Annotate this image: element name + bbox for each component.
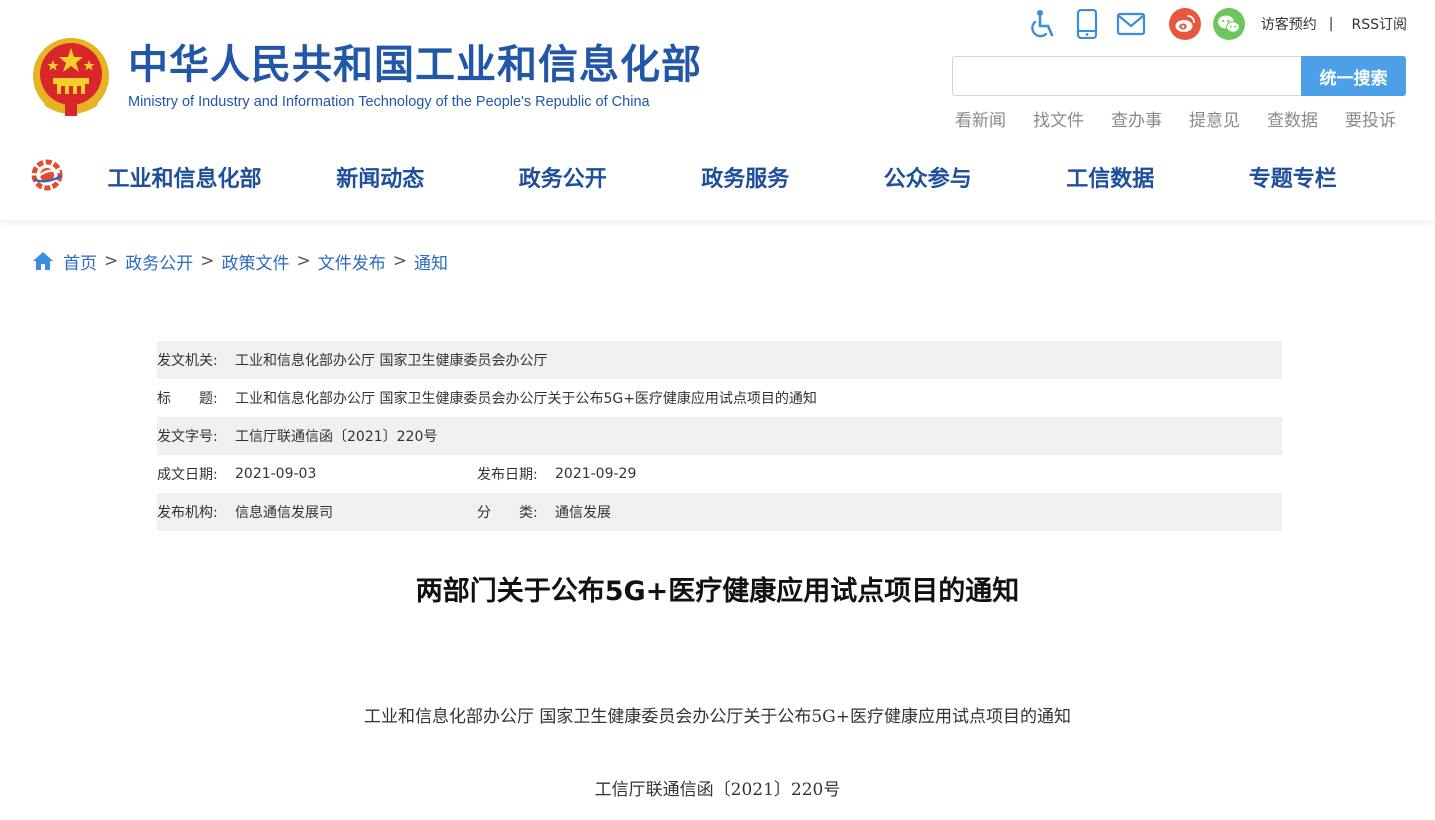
info-label-doc-number: 发文字号:	[157, 429, 218, 445]
site-subtitle: Ministry of Industry and Information Tec…	[128, 94, 650, 110]
search-box: 统一搜索	[952, 56, 1406, 96]
info-label-created: 成文日期:	[157, 467, 218, 483]
info-cell: 发文字号: 工信厅联通信函〔2021〕220号	[157, 426, 437, 446]
top-toolbar: 访客预约 | RSS订阅	[1015, 8, 1407, 40]
gov-logo-icon[interactable]	[29, 158, 65, 192]
accessibility-icon[interactable]	[1027, 8, 1059, 40]
nav-item-news[interactable]: 新闻动态	[289, 161, 472, 193]
wechat-icon[interactable]	[1212, 8, 1245, 40]
quick-link-news[interactable]: 看新闻	[955, 106, 1006, 131]
info-value-title: 工业和信息化部办公厅 国家卫生健康委员会办公厅关于公布5G+医疗健康应用试点项目…	[235, 391, 817, 407]
breadcrumb-notice[interactable]: 通知	[414, 249, 448, 274]
document-info-table: 发文机关: 工业和信息化部办公厅 国家卫生健康委员会办公厅 标 题: 工业和信息…	[157, 341, 1282, 531]
info-label-title: 标 题:	[157, 391, 218, 407]
search-input[interactable]	[952, 56, 1301, 96]
info-label-category: 分 类:	[477, 505, 538, 521]
info-cell: 发布日期: 2021-09-29	[477, 464, 636, 484]
info-row-title: 标 题: 工业和信息化部办公厅 国家卫生健康委员会办公厅关于公布5G+医疗健康应…	[157, 379, 1282, 417]
breadcrumb-government-affairs[interactable]: 政务公开	[125, 249, 193, 274]
article-paragraph: 工信厅联通信函〔2021〕220号	[594, 780, 841, 800]
home-icon[interactable]	[32, 250, 54, 272]
info-value-published: 2021-09-29	[555, 466, 637, 482]
nav-item-services[interactable]: 政务服务	[654, 161, 837, 193]
nav-item-data[interactable]: 工信数据	[1019, 161, 1202, 193]
article-title: 两部门关于公布5G+医疗健康应用试点项目的通知	[415, 576, 1020, 607]
site-header: 中华人民共和国工业和信息化部 Ministry of Industry and …	[0, 0, 1435, 220]
nav-item-government-affairs[interactable]: 政务公开	[472, 161, 655, 193]
info-row-doc-number: 发文字号: 工信厅联通信函〔2021〕220号	[157, 417, 1282, 455]
rss-link[interactable]: RSS订阅	[1351, 14, 1407, 34]
visitor-booking-link[interactable]: 访客预约	[1261, 14, 1317, 34]
quick-link-complaint[interactable]: 要投诉	[1345, 106, 1396, 131]
quick-link-services[interactable]: 查办事	[1111, 106, 1162, 131]
info-value-created: 2021-09-03	[235, 466, 317, 482]
info-value-category: 通信发展	[555, 505, 611, 521]
info-row-issuer: 发文机关: 工业和信息化部办公厅 国家卫生健康委员会办公厅	[157, 341, 1282, 379]
info-row-dates: 成文日期: 2021-09-03 发布日期: 2021-09-29	[157, 455, 1282, 493]
info-label-published: 发布日期:	[477, 467, 538, 483]
info-cell: 分 类: 通信发展	[477, 502, 611, 522]
nav-item-special-topics[interactable]: 专题专栏	[1202, 161, 1385, 193]
info-row-agency: 发布机构: 信息通信发展司 分 类: 通信发展	[157, 493, 1282, 531]
quick-links: 看新闻 找文件 查办事 提意见 查数据 要投诉	[928, 106, 1396, 131]
quick-link-data[interactable]: 查数据	[1267, 106, 1318, 131]
info-cell: 发文机关: 工业和信息化部办公厅 国家卫生健康委员会办公厅	[157, 350, 547, 370]
main-nav: 工业和信息化部 新闻动态 政务公开 政务服务 公众参与 工信数据 专题专栏	[80, 156, 1435, 198]
breadcrumb-separator: >	[296, 251, 311, 271]
info-cell: 成文日期: 2021-09-03	[157, 464, 477, 484]
article-paragraph: 工业和信息化部办公厅 国家卫生健康委员会办公厅关于公布5G+医疗健康应用试点项目…	[363, 707, 1072, 727]
info-cell: 标 题: 工业和信息化部办公厅 国家卫生健康委员会办公厅关于公布5G+医疗健康应…	[157, 388, 817, 408]
breadcrumb-document-release[interactable]: 文件发布	[318, 249, 386, 274]
weibo-icon[interactable]	[1168, 8, 1201, 40]
breadcrumb-separator: >	[104, 251, 119, 271]
breadcrumb-policy-documents[interactable]: 政策文件	[222, 249, 290, 274]
info-value-agency: 信息通信发展司	[235, 505, 333, 521]
mobile-icon[interactable]	[1071, 8, 1103, 40]
quick-link-feedback[interactable]: 提意见	[1189, 106, 1240, 131]
breadcrumb-separator: >	[392, 251, 407, 271]
national-emblem-icon[interactable]	[31, 36, 111, 118]
breadcrumb-separator: >	[200, 251, 215, 271]
toolbar-separator: |	[1328, 16, 1334, 32]
mail-icon[interactable]	[1115, 8, 1147, 40]
info-cell: 发布机构: 信息通信发展司	[157, 502, 477, 522]
info-label-issuer: 发文机关:	[157, 353, 218, 369]
breadcrumb: 首页 > 政务公开 > 政策文件 > 文件发布 > 通知	[32, 248, 448, 274]
nav-item-ministry[interactable]: 工业和信息化部	[80, 161, 289, 193]
nav-item-public-participation[interactable]: 公众参与	[837, 161, 1020, 193]
search-button[interactable]: 统一搜索	[1301, 56, 1406, 96]
info-value-issuer: 工业和信息化部办公厅 国家卫生健康委员会办公厅	[235, 353, 548, 369]
site-title[interactable]: 中华人民共和国工业和信息化部	[128, 40, 702, 90]
info-label-agency: 发布机构:	[157, 505, 218, 521]
quick-link-files[interactable]: 找文件	[1033, 106, 1084, 131]
info-value-doc-number: 工信厅联通信函〔2021〕220号	[235, 429, 438, 445]
breadcrumb-home[interactable]: 首页	[63, 249, 97, 274]
